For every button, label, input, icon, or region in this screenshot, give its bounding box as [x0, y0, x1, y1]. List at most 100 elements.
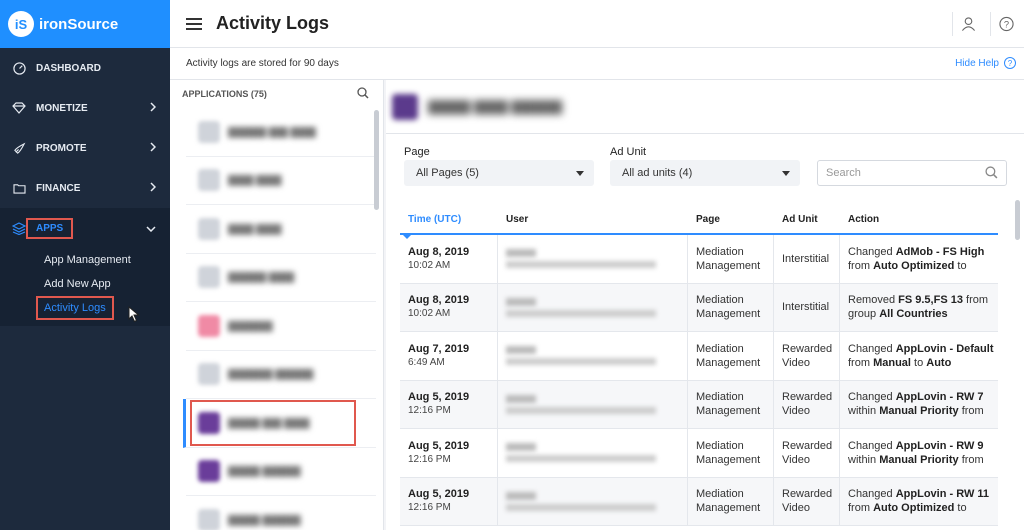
question-icon: ?: [1004, 57, 1016, 69]
adunit-filter-select[interactable]: All ad units (4): [610, 160, 800, 186]
action-text: from: [958, 405, 984, 418]
search-input[interactable]: Search: [817, 160, 1007, 186]
app-name-blurred: ███████ ██████: [228, 369, 314, 380]
action-target: AppLovin - RW 11: [895, 488, 990, 501]
folder-icon: [12, 181, 26, 195]
app-icon: [392, 93, 418, 120]
list-item[interactable]: ███████: [186, 302, 376, 351]
user-icon[interactable]: [952, 12, 976, 36]
date-text: Aug 5, 2019: [408, 439, 470, 452]
page-text: Management: [696, 308, 761, 321]
action-value: Auto: [926, 356, 952, 369]
nav-item-monetize[interactable]: MONETIZE: [0, 88, 170, 128]
adunit-cell: Rewarded Video: [774, 380, 840, 428]
list-item[interactable]: ███████ ██████: [186, 351, 376, 399]
submenu-label: Add New App: [44, 278, 111, 290]
page-filter-value: All Pages (5): [416, 167, 479, 179]
action-line: Changed AppLovin - RW 9: [848, 439, 998, 453]
time-cell: Aug 5, 2019 12:16 PM: [400, 429, 498, 477]
date-text: Aug 5, 2019: [408, 488, 470, 501]
col-header-action[interactable]: Action: [840, 214, 998, 225]
user-cell-blurred: [498, 283, 688, 331]
col-header-page[interactable]: Page: [688, 214, 774, 225]
scrollbar[interactable]: [374, 110, 379, 210]
list-item[interactable]: ██████ ████: [186, 254, 376, 302]
app-icon: [198, 508, 220, 530]
user-cell-blurred: [498, 332, 688, 380]
user-email-blurred: [506, 358, 656, 366]
diamond-icon: [12, 101, 26, 115]
list-item[interactable]: █████ ██████: [186, 496, 376, 530]
adunit-text: Interstitial: [782, 252, 830, 265]
activity-detail-panel: █████ ████ ██████ Page All Pages (5) Ad …: [386, 80, 1024, 530]
adunit-text: Rewarded: [782, 342, 833, 355]
action-text: Changed: [848, 391, 896, 404]
page-text: Management: [696, 502, 761, 515]
table-row: Aug 5, 2019 12:16 PM Mediation Management …: [400, 380, 998, 429]
nav-item-promote[interactable]: PROMOTE: [0, 128, 170, 168]
search-placeholder: Search: [826, 167, 861, 179]
time-cell: Aug 5, 2019 12:16 PM: [400, 380, 498, 428]
action-value: Auto Optimized: [873, 259, 955, 272]
adunit-filter-value: All ad units (4): [622, 167, 693, 179]
hide-help-link[interactable]: Hide Help ?: [955, 57, 1016, 69]
adunit-cell: Interstitial: [774, 283, 840, 331]
apps-submenu: App Management Add New App Activity Logs: [0, 248, 170, 326]
user-cell-blurred: [498, 235, 688, 283]
nav-item-finance[interactable]: FINANCE: [0, 168, 170, 208]
app-name-blurred: █████ ████ ██████: [428, 99, 563, 114]
help-icon[interactable]: ?: [990, 12, 1014, 36]
chevron-down-icon: [146, 224, 156, 235]
svg-text:?: ?: [1004, 19, 1009, 29]
nav-label: DASHBOARD: [36, 62, 101, 74]
rocket-icon: [12, 141, 26, 155]
app-icon: [198, 460, 220, 483]
table-row: Aug 8, 2019 10:02 AM Mediation Management …: [400, 235, 998, 284]
time-text: 10:02 AM: [408, 308, 451, 320]
action-text: within: [848, 453, 880, 466]
action-text: from: [958, 453, 984, 466]
col-header-time[interactable]: Time (UTC): [400, 214, 498, 225]
applications-panel: APPLICATIONS (75) ██████ ███ ████ ████ █…: [170, 80, 384, 530]
app-name-blurred: ██████ ████: [228, 272, 295, 283]
list-item[interactable]: ██████ ███ ████: [186, 108, 376, 157]
app-name-blurred: █████ ██████: [228, 514, 301, 525]
user-email-blurred: [506, 503, 656, 511]
page-text: Management: [696, 259, 761, 272]
submenu-add-new-app[interactable]: Add New App: [0, 272, 170, 296]
table-row: Aug 5, 2019 12:16 PM Mediation Management …: [400, 429, 998, 478]
adunit-text: Rewarded: [782, 391, 833, 404]
hamburger-menu-icon[interactable]: [186, 15, 202, 33]
page-cell: Mediation Management: [688, 429, 774, 477]
page-filter-select[interactable]: All Pages (5): [404, 160, 594, 186]
adunit-cell: Rewarded Video: [774, 429, 840, 477]
time-text: 12:16 PM: [408, 405, 451, 417]
search-icon[interactable]: [357, 87, 369, 101]
col-header-user[interactable]: User: [498, 214, 688, 225]
action-text: to: [954, 259, 967, 272]
list-item[interactable]: █████ ██████: [186, 448, 376, 496]
table-row: Aug 5, 2019 12:16 PM Mediation Management …: [400, 477, 998, 526]
logo-bar[interactable]: iS ironSource: [0, 0, 170, 48]
list-item[interactable]: ████ ████: [186, 205, 376, 254]
submenu-app-management[interactable]: App Management: [0, 248, 170, 272]
action-line: Removed FS 9.5,FS 13 from: [848, 293, 998, 307]
list-item[interactable]: ████ ████: [186, 157, 376, 205]
table-header: Time (UTC) User Page Ad Unit Action: [400, 205, 998, 239]
col-header-adunit[interactable]: Ad Unit: [774, 214, 840, 225]
submenu-activity-logs[interactable]: Activity Logs: [0, 296, 170, 320]
page-cell: Mediation Management: [688, 332, 774, 380]
action-value: Auto Optimized: [873, 502, 955, 515]
app-name-blurred: ███████: [228, 320, 273, 331]
top-icons: ?: [938, 12, 1014, 36]
action-text: from: [962, 294, 989, 307]
nav-item-apps[interactable]: APPS: [0, 208, 170, 248]
time-text: 10:02 AM: [408, 259, 451, 271]
action-cell: Changed AppLovin - RW 11 from Auto Optim…: [840, 478, 998, 526]
table-row: Aug 7, 2019 6:49 AM Mediation Management R…: [400, 332, 998, 381]
page-text: Mediation: [696, 488, 744, 501]
scrollbar[interactable]: [1015, 200, 1020, 240]
time-text: 6:49 AM: [408, 356, 445, 368]
speedometer-icon: [12, 61, 26, 75]
nav-item-dashboard[interactable]: DASHBOARD: [0, 48, 170, 88]
